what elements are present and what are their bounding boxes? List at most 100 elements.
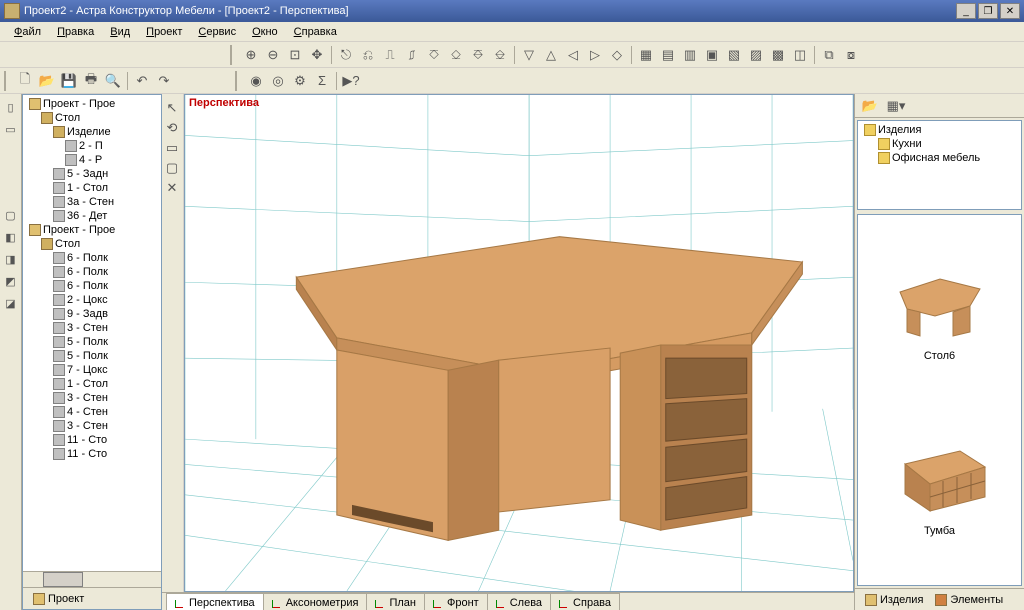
zoom-fit-icon[interactable]: ⊡ [284, 44, 306, 66]
view-tab[interactable]: План [366, 593, 425, 610]
tree-item[interactable]: 1 - Стол [25, 377, 159, 391]
pointer-icon[interactable]: ↖ [162, 98, 182, 118]
library-tree-item[interactable]: Офисная мебель [860, 151, 1019, 165]
tree-item[interactable]: 6 - Полк [25, 279, 159, 293]
tree-h-scrollbar[interactable] [23, 571, 161, 587]
menu-item[interactable]: Вид [102, 24, 138, 40]
tool-icon[interactable]: ⎏ [423, 44, 445, 66]
tool-icon[interactable]: ▷ [584, 44, 606, 66]
strip-tool-icon[interactable]: ▯ [2, 98, 20, 116]
tree-item[interactable]: 11 - Сто [25, 433, 159, 447]
tree-item[interactable]: Проект - Прое [25, 223, 159, 237]
sigma-icon[interactable]: Σ [311, 70, 333, 92]
rect-icon[interactable]: ▢ [162, 158, 182, 178]
new-icon[interactable]: 🗋 [14, 70, 36, 92]
undo-icon[interactable]: ↶ [131, 70, 153, 92]
layout-icon[interactable]: ▥ [679, 44, 701, 66]
layout-icon[interactable]: ▤ [657, 44, 679, 66]
strip-tool-icon[interactable]: ◧ [2, 228, 20, 246]
tool-icon[interactable]: ⎋ [335, 44, 357, 66]
layout-icon[interactable]: ⧉ [818, 44, 840, 66]
select-icon[interactable]: ▭ [162, 138, 182, 158]
maximize-button[interactable]: ❐ [978, 3, 998, 19]
open-icon[interactable]: 📂 [36, 70, 58, 92]
tool-icon[interactable]: ⚙ [289, 70, 311, 92]
tool-icon[interactable]: ⎐ [445, 44, 467, 66]
layout-icon[interactable]: ▣ [701, 44, 723, 66]
tree-item[interactable]: 2 - Цокс [25, 293, 159, 307]
tree-item[interactable]: 7 - Цокс [25, 363, 159, 377]
library-tree-item[interactable]: Кухни [860, 137, 1019, 151]
view-tab[interactable]: Слева [487, 593, 551, 610]
tool-icon[interactable]: ◎ [267, 70, 289, 92]
view-tab[interactable]: Фронт [424, 593, 488, 610]
layout-icon[interactable]: ▩ [767, 44, 789, 66]
tree-item[interactable]: Изделие [25, 125, 159, 139]
preview-item[interactable]: Тумба [885, 439, 995, 537]
tree-item[interactable]: 4 - Р [25, 153, 159, 167]
layout-icon[interactable]: ▧ [723, 44, 745, 66]
tree-item[interactable]: 2 - П [25, 139, 159, 153]
tool-icon[interactable]: ⎒ [489, 44, 511, 66]
tree-item[interactable]: 3 - Стен [25, 419, 159, 433]
menu-item[interactable]: Сервис [190, 24, 244, 40]
viewport-3d[interactable]: Перспектива [184, 94, 854, 592]
tree-item[interactable]: Проект - Прое [25, 97, 159, 111]
strip-tool-icon[interactable]: ▢ [2, 206, 20, 224]
tool-icon[interactable]: ◉ [245, 70, 267, 92]
tool-icon[interactable]: △ [540, 44, 562, 66]
tree-item[interactable]: 1 - Стол [25, 181, 159, 195]
project-tab[interactable]: Проект [27, 591, 90, 607]
strip-tool-icon[interactable]: ◩ [2, 272, 20, 290]
tool-icon[interactable]: ▽ [518, 44, 540, 66]
close-button[interactable]: ✕ [1000, 3, 1020, 19]
library-tab-elements[interactable]: Элементы [929, 592, 1009, 608]
tool-icon[interactable]: ⎎ [401, 44, 423, 66]
tree-item[interactable]: 9 - Задв [25, 307, 159, 321]
layout-icon[interactable]: ▨ [745, 44, 767, 66]
tree-item[interactable]: 5 - Задн [25, 167, 159, 181]
orbit-icon[interactable]: ⟲ [162, 118, 182, 138]
tree-item[interactable]: 11 - Сто [25, 447, 159, 461]
save-icon[interactable]: 💾 [58, 70, 80, 92]
tool-icon[interactable]: ⎌ [357, 44, 379, 66]
layout-icon[interactable]: ▦ [635, 44, 657, 66]
redo-icon[interactable]: ↷ [153, 70, 175, 92]
view-mode-icon[interactable]: ▦▾ [885, 95, 907, 117]
preview-item[interactable]: Стол6 [885, 264, 995, 362]
tree-item[interactable]: 3а - Стен [25, 195, 159, 209]
cross-icon[interactable]: ✕ [162, 178, 182, 198]
tree-item[interactable]: 6 - Полк [25, 251, 159, 265]
tree-item[interactable]: Стол [25, 111, 159, 125]
library-tree[interactable]: ИзделияКухниОфисная мебель [857, 120, 1022, 210]
view-tab[interactable]: Справа [550, 593, 620, 610]
tree-item[interactable]: 5 - Полк [25, 349, 159, 363]
strip-tool-icon[interactable]: ◪ [2, 294, 20, 312]
tree-item[interactable]: 3 - Стен [25, 391, 159, 405]
tree-item[interactable]: 5 - Полк [25, 335, 159, 349]
strip-tool-icon[interactable]: ◨ [2, 250, 20, 268]
pan-icon[interactable]: ✥ [306, 44, 328, 66]
tree-item[interactable]: 4 - Стен [25, 405, 159, 419]
help-pointer-icon[interactable]: ▶? [340, 70, 362, 92]
tree-item[interactable]: 36 - Дет [25, 209, 159, 223]
menu-item[interactable]: Правка [49, 24, 102, 40]
tool-icon[interactable]: ◇ [606, 44, 628, 66]
tool-icon[interactable]: ⎑ [467, 44, 489, 66]
library-tree-item[interactable]: Изделия [860, 123, 1019, 137]
layout-icon[interactable]: ⧇ [840, 44, 862, 66]
zoom-out-icon[interactable]: ⊖ [262, 44, 284, 66]
menu-item[interactable]: Файл [6, 24, 49, 40]
library-tab-products[interactable]: Изделия [859, 592, 929, 608]
tool-icon[interactable]: ⎍ [379, 44, 401, 66]
preview-icon[interactable]: 🔍 [102, 70, 124, 92]
print-icon[interactable]: 🖶 [80, 70, 102, 92]
tree-item[interactable]: 3 - Стен [25, 321, 159, 335]
minimize-button[interactable]: _ [956, 3, 976, 19]
view-tab[interactable]: Перспектива [166, 593, 264, 610]
project-tree[interactable]: Проект - ПроеСтолИзделие2 - П4 - Р5 - За… [23, 95, 161, 571]
layout-icon[interactable]: ◫ [789, 44, 811, 66]
strip-tool-icon[interactable]: ▭ [2, 120, 20, 138]
tree-item[interactable]: 6 - Полк [25, 265, 159, 279]
view-tab[interactable]: Аксонометрия [263, 593, 368, 610]
